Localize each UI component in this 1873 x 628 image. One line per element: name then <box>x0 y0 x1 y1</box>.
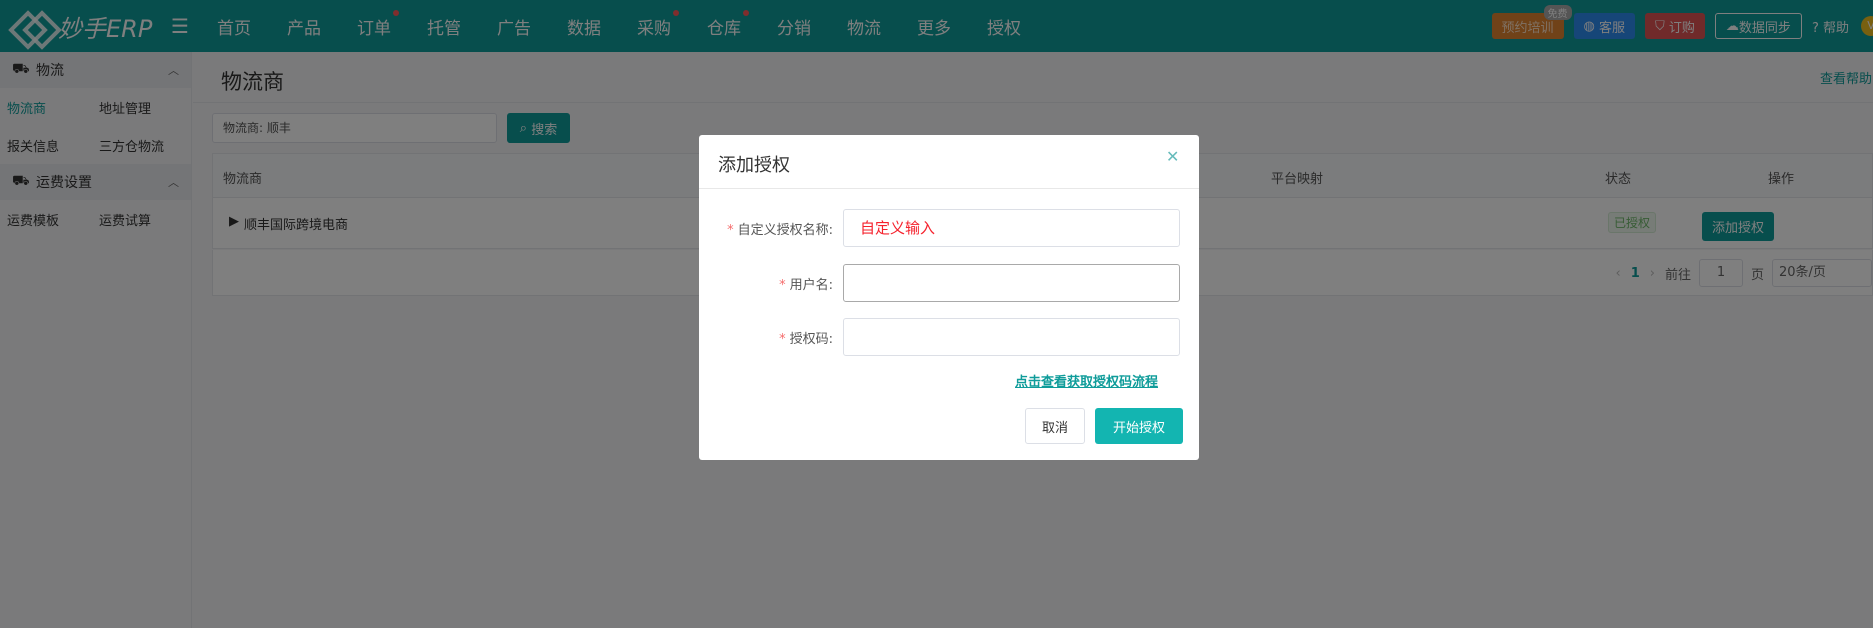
divider <box>699 188 1199 189</box>
add-authorization-dialog: 添加授权 ✕ * 自定义授权名称: 自定义输入 * 用户名: * 授权码: 点击查看获… <box>699 135 1199 460</box>
field-label: * 自定义授权名称: <box>727 223 833 238</box>
form-row-username: * 用户名: <box>699 264 1199 302</box>
dialog-title: 添加授权 <box>718 155 790 176</box>
auth-code-guide-link[interactable]: 点击查看获取授权码流程 <box>1015 371 1158 390</box>
required-mark: * <box>727 223 734 238</box>
username-input[interactable] <box>843 264 1180 302</box>
auth-name-input[interactable]: 自定义输入 <box>843 209 1180 247</box>
close-icon[interactable]: ✕ <box>1166 147 1179 166</box>
auth-code-input[interactable] <box>843 318 1180 356</box>
field-label: * 用户名: <box>779 278 833 293</box>
form-row-auth-code: * 授权码: <box>699 318 1199 356</box>
cancel-button[interactable]: 取消 <box>1025 408 1085 444</box>
form-row-auth-name: * 自定义授权名称: 自定义输入 <box>699 209 1199 247</box>
required-mark: * <box>779 278 786 293</box>
required-mark: * <box>779 332 786 347</box>
start-authorization-button[interactable]: 开始授权 <box>1095 408 1183 444</box>
field-label: * 授权码: <box>779 332 833 347</box>
